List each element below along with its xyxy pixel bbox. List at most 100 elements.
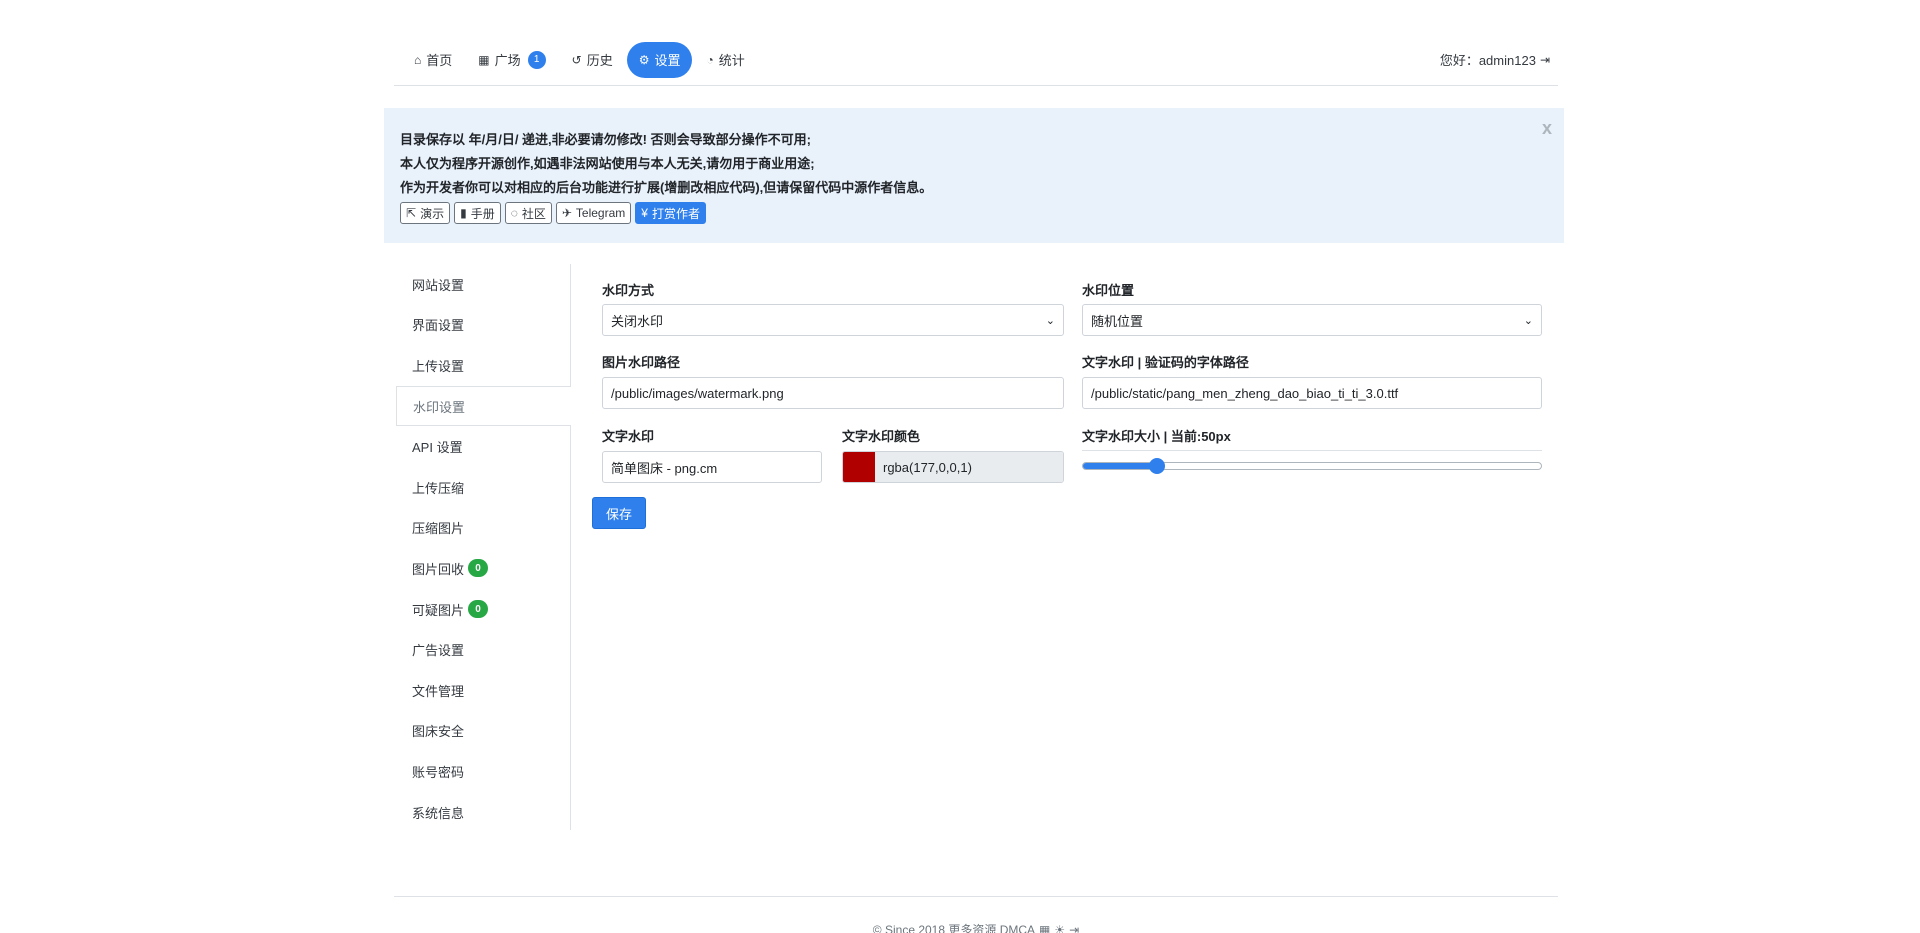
history-icon: ↺ xyxy=(571,52,582,67)
sidebar-item-label: 系统信息 xyxy=(412,805,465,821)
settings-sidebar: 网站设置 界面设置 上传设置 水印设置 API 设置 上传压缩 压缩图片 图片回… xyxy=(396,264,571,830)
notice-links: ⇱ 演示 ▮ 手册 ◌ 社区 ✈ Telegram ¥ 打赏作者 xyxy=(400,202,1548,224)
sidebar-item-compress-images[interactable]: 压缩图片 xyxy=(396,508,570,549)
demo-button[interactable]: ⇱ 演示 xyxy=(400,202,451,224)
sidebar-item-site[interactable]: 网站设置 xyxy=(396,264,570,305)
input-value: /public/images/watermark.png xyxy=(611,385,784,401)
close-icon[interactable]: x xyxy=(1542,118,1552,139)
sidebar-item-label: 广告设置 xyxy=(412,643,465,659)
sidebar-item-upload[interactable]: 上传设置 xyxy=(396,345,570,386)
sidebar-item-label: API 设置 xyxy=(412,440,463,456)
nav-item-square[interactable]: ▦ 广场 1 xyxy=(466,42,557,78)
nav-menu: ⌂ 首页 ▦ 广场 1 ↺ 历史 ⚙ 设置 ◔ 统计 xyxy=(402,41,757,78)
yen-icon: ¥ xyxy=(641,206,648,220)
nav-item-label: 历史 xyxy=(586,53,613,68)
image-watermark-path-input[interactable]: /public/images/watermark.png xyxy=(602,377,1064,409)
user-greeting: 您好：admin123 xyxy=(1439,53,1536,68)
plane-icon: ✈ xyxy=(561,206,572,220)
notice-line: 作为开发者你可以对相应的后台功能进行扩展(增删改相应代码),但请保留代码中源作者… xyxy=(400,180,933,195)
logout-icon[interactable]: ⇥ xyxy=(1540,53,1550,67)
nav-item-label: 广场 xyxy=(494,53,521,68)
sidebar-item-suspicious[interactable]: 可疑图片 0 xyxy=(396,589,570,630)
sidebar-item-security[interactable]: 图床安全 xyxy=(396,711,570,752)
comments-icon: ◌ xyxy=(510,206,518,220)
telegram-button[interactable]: ✈ Telegram xyxy=(555,202,632,224)
nav-item-label: 首页 xyxy=(426,53,453,68)
save-button[interactable]: 保存 xyxy=(592,497,647,529)
nav-item-home[interactable]: ⌂ 首页 xyxy=(402,42,464,78)
slider-thumb[interactable] xyxy=(1148,458,1165,474)
community-button[interactable]: ◌ 社区 xyxy=(504,202,552,224)
book-icon: ▮ xyxy=(460,206,467,220)
sidebar-item-api[interactable]: API 设置 xyxy=(396,426,570,467)
input-value: 简单图床 - png.cm xyxy=(611,460,718,476)
watermark-position-select[interactable]: 随机位置 ⌄ xyxy=(1082,304,1542,336)
divider xyxy=(1082,450,1542,451)
slider-fill xyxy=(1083,463,1157,469)
nav-item-stats[interactable]: ◔ 统计 xyxy=(694,42,756,78)
count-badge: 1 xyxy=(527,50,546,69)
sidebar-item-label: 上传设置 xyxy=(412,358,465,374)
font-path-input[interactable]: /public/static/pang_men_zheng_dao_biao_t… xyxy=(1082,377,1542,409)
watermark-mode-select[interactable]: 关闭水印 ⌄ xyxy=(602,304,1064,336)
text-size-label: 文字水印大小 | 当前:50px xyxy=(1082,429,1231,444)
sidebar-item-recycle[interactable]: 图片回收 0 xyxy=(396,548,570,589)
pie-chart-icon: ◔ xyxy=(706,52,714,67)
sidebar-item-ads[interactable]: 广告设置 xyxy=(396,629,570,670)
text-size-slider[interactable] xyxy=(1082,458,1542,474)
sidebar-item-system[interactable]: 系统信息 xyxy=(396,792,570,833)
nav-item-label: 设置 xyxy=(654,53,681,68)
nav-item-label: 统计 xyxy=(718,53,745,68)
chevron-down-icon: ⌄ xyxy=(1045,314,1055,327)
sidebar-item-watermark[interactable]: 水印设置 xyxy=(396,385,571,427)
notice-line: 目录保存以 年/月/日/ 递进,非必要请勿修改! 否则会导致部分操作不可用; xyxy=(400,132,811,147)
watermark-mode-label: 水印方式 xyxy=(602,283,655,298)
input-value: /public/static/pang_men_zheng_dao_biao_t… xyxy=(1091,385,1399,401)
button-label: 打赏作者 xyxy=(651,206,700,221)
color-swatch[interactable] xyxy=(843,452,875,482)
home-icon: ⌂ xyxy=(414,52,422,67)
image-watermark-path-label: 图片水印路径 xyxy=(602,355,681,370)
gears-icon: ⚙ xyxy=(638,52,650,67)
color-value[interactable]: rgba(177,0,0,1) xyxy=(875,452,1063,482)
manual-button[interactable]: ▮ 手册 xyxy=(454,202,501,224)
text-watermark-input[interactable]: 简单图床 - png.cm xyxy=(602,451,822,483)
count-badge: 0 xyxy=(468,600,489,619)
sidebar-item-label: 网站设置 xyxy=(412,277,465,293)
button-label: 社区 xyxy=(521,206,546,221)
chevron-down-icon: ⌄ xyxy=(1523,314,1533,327)
font-path-label: 文字水印 | 验证码的字体路径 xyxy=(1082,355,1249,370)
footer-text: © Since 2018 更多资源 DMCA ▦ ☀ ⇥ xyxy=(394,921,1558,933)
sidebar-item-label: 账号密码 xyxy=(412,764,465,780)
nav-item-history[interactable]: ↺ 历史 xyxy=(560,42,625,78)
sidebar-item-label: 上传压缩 xyxy=(412,480,465,496)
sidebar-item-label: 压缩图片 xyxy=(412,521,465,537)
sidebar-item-label: 文件管理 xyxy=(412,683,465,699)
sidebar-item-account[interactable]: 账号密码 xyxy=(396,751,570,792)
sidebar-item-label: 图片回收 xyxy=(412,561,465,577)
top-navbar: ⌂ 首页 ▦ 广场 1 ↺ 历史 ⚙ 设置 ◔ 统计 您好：admin123 ⇥ xyxy=(394,34,1558,86)
footer: © Since 2018 更多资源 DMCA ▦ ☀ ⇥ xyxy=(394,896,1558,933)
count-badge: 0 xyxy=(468,559,489,578)
sidebar-item-upload-compress[interactable]: 上传压缩 xyxy=(396,467,570,508)
user-menu[interactable]: 您好：admin123 ⇥ xyxy=(1440,50,1550,69)
qrcode-icon[interactable]: ▦ xyxy=(1039,923,1050,933)
nav-item-settings[interactable]: ⚙ 设置 xyxy=(626,41,693,78)
button-label: 手册 xyxy=(470,206,495,221)
text-color-picker[interactable]: rgba(177,0,0,1) xyxy=(842,451,1064,483)
text-watermark-label: 文字水印 xyxy=(602,429,655,444)
text-color-label: 文字水印颜色 xyxy=(842,429,921,444)
logout-icon[interactable]: ⇥ xyxy=(1069,923,1079,933)
sidebar-item-label: 界面设置 xyxy=(412,318,465,334)
button-label: 演示 xyxy=(420,206,445,221)
watermark-position-label: 水印位置 xyxy=(1082,283,1135,298)
select-value: 随机位置 xyxy=(1091,313,1144,329)
sidebar-item-label: 可疑图片 xyxy=(412,602,465,618)
button-label: Telegram xyxy=(575,206,626,220)
lightbulb-icon[interactable]: ☀ xyxy=(1054,923,1065,933)
sidebar-item-label: 图床安全 xyxy=(412,724,465,740)
grid-icon: ▦ xyxy=(478,52,490,67)
sidebar-item-ui[interactable]: 界面设置 xyxy=(396,305,570,346)
donate-button[interactable]: ¥ 打赏作者 xyxy=(635,202,706,224)
sidebar-item-files[interactable]: 文件管理 xyxy=(396,670,570,711)
